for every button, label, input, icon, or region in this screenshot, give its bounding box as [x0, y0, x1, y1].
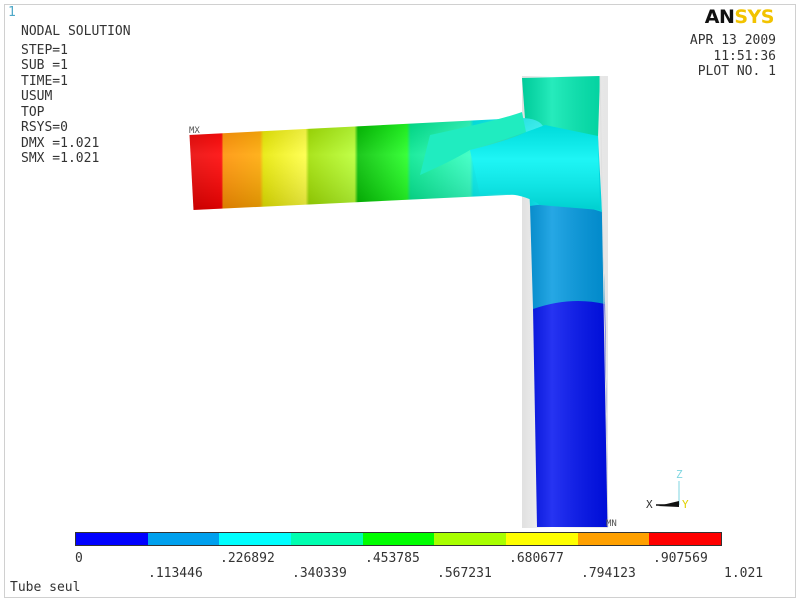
triad-y-label: Y — [682, 498, 689, 511]
legend-label-1: .113446 — [148, 566, 203, 581]
legend-swatch-8 — [577, 533, 650, 545]
legend-swatch-6 — [434, 533, 507, 545]
legend-swatch-5 — [362, 533, 435, 545]
legend-label-8: .907569 — [653, 551, 708, 566]
legend-label-7: .794123 — [581, 566, 636, 581]
legend-swatch-7 — [506, 533, 578, 545]
legend-label-4: .453785 — [365, 551, 420, 566]
legend-swatch-4 — [291, 533, 363, 545]
legend-swatch-1 — [76, 533, 148, 545]
legend-label-9: 1.021 — [724, 566, 764, 581]
legend-swatch-2 — [147, 533, 220, 545]
legend-swatch-3 — [219, 533, 292, 545]
triad-z-label: Z — [676, 468, 683, 481]
legend-label-3: .340339 — [292, 566, 347, 581]
min-marker: MN — [606, 519, 617, 529]
legend-label-5: .567231 — [437, 566, 492, 581]
triad-x-label: X — [646, 498, 653, 511]
graphics-viewport[interactable]: 1 ANSYS NODAL SOLUTION STEP=1 SUB =1 TIM… — [0, 0, 800, 602]
contour-legend — [75, 532, 722, 546]
contour-model: MX MN Z X Y — [188, 75, 689, 529]
plot-caption: Tube seul — [10, 580, 81, 595]
legend-swatch-9 — [649, 533, 722, 545]
max-marker: MX — [189, 126, 200, 136]
legend-label-2: .226892 — [220, 551, 275, 566]
legend-label-0: 0 — [75, 551, 83, 566]
coordinate-triad: Z X Y — [646, 468, 689, 511]
legend-label-6: .680677 — [509, 551, 564, 566]
